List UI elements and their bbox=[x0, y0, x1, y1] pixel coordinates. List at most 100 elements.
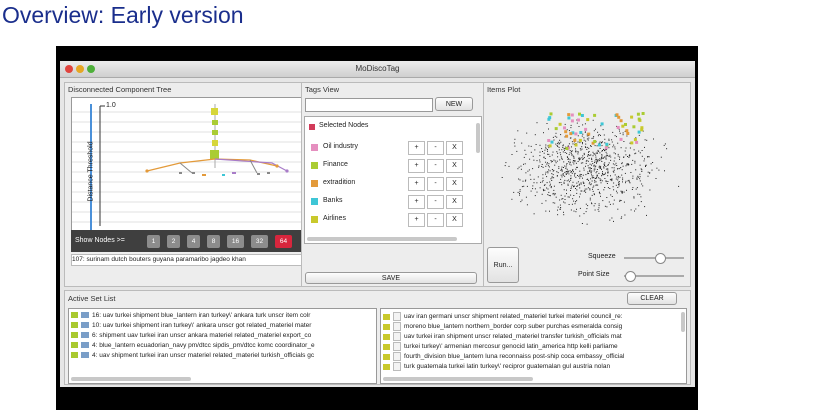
list-item[interactable]: uav turkei iran shipment unscr related_m… bbox=[383, 332, 622, 341]
document-icon bbox=[393, 352, 401, 361]
document-icon bbox=[383, 313, 390, 320]
active-set-panel: Active Set List CLEAR 16: uav turkei shi… bbox=[64, 290, 691, 385]
tag-row-finance[interactable]: Finance + - X bbox=[305, 157, 471, 175]
items-scatter-plot[interactable] bbox=[488, 97, 688, 247]
folder-icon bbox=[71, 342, 78, 349]
clear-button[interactable]: CLEAR bbox=[627, 292, 677, 305]
tags-view-panel: Tags View NEW Selected Nodes Oil industr… bbox=[301, 82, 484, 287]
folder-icon bbox=[81, 322, 89, 329]
show-nodes-32-button[interactable]: 32 bbox=[251, 235, 268, 248]
folder-icon bbox=[81, 312, 89, 319]
document-icon bbox=[393, 342, 401, 351]
document-icon bbox=[383, 353, 390, 360]
tag-delete-button[interactable]: X bbox=[446, 213, 463, 227]
document-icon bbox=[383, 323, 390, 330]
tag-add-button[interactable]: + bbox=[408, 159, 425, 173]
active-set-left-list[interactable]: 16: uav turkei shipment blue_lantern ira… bbox=[68, 308, 377, 384]
point-size-slider-knob[interactable] bbox=[625, 271, 636, 282]
tag-name: Airlines bbox=[323, 215, 346, 222]
list-item[interactable]: 6: shipment uav turkei iran unscr ankara… bbox=[71, 332, 311, 341]
run-button[interactable]: Run... bbox=[487, 247, 519, 283]
show-nodes-label: Show Nodes >= bbox=[75, 237, 125, 244]
document-icon bbox=[393, 322, 401, 331]
tag-remove-button[interactable]: - bbox=[427, 177, 444, 191]
component-tree-view[interactable]: 1.0 Distance Threshold bbox=[71, 97, 303, 232]
new-tag-input[interactable] bbox=[305, 98, 433, 112]
show-nodes-1-button[interactable]: 1 bbox=[147, 235, 160, 248]
tag-color-swatch bbox=[311, 144, 318, 151]
tag-color-swatch bbox=[311, 162, 318, 169]
point-size-slider[interactable] bbox=[624, 271, 684, 282]
tag-name: Finance bbox=[323, 161, 348, 168]
tags-view-label: Tags View bbox=[305, 85, 340, 94]
document-icon bbox=[393, 362, 401, 371]
tag-row-banks[interactable]: Banks + - X bbox=[305, 193, 471, 211]
tag-delete-button[interactable]: X bbox=[446, 177, 463, 191]
folder-icon bbox=[71, 332, 78, 339]
squeeze-slider[interactable] bbox=[624, 253, 684, 264]
list-item[interactable]: 4: blue_lantern ecuadorian_navy pm/dtcc … bbox=[71, 342, 315, 351]
document-icon bbox=[383, 343, 390, 350]
list-item[interactable]: 16: uav turkei shipment blue_lantern ira… bbox=[71, 312, 310, 321]
tag-delete-button[interactable]: X bbox=[446, 195, 463, 209]
app-window: MoDiscoTag Disconnected Component Tree 1… bbox=[60, 61, 695, 387]
right-list-hscrollbar[interactable] bbox=[383, 377, 533, 381]
new-tag-button[interactable]: NEW bbox=[435, 97, 473, 111]
show-nodes-64-button[interactable]: 64 bbox=[275, 235, 292, 248]
save-tags-button[interactable]: SAVE bbox=[305, 272, 477, 284]
tag-add-button[interactable]: + bbox=[408, 213, 425, 227]
folder-icon bbox=[71, 312, 78, 319]
tag-list-hscrollbar[interactable] bbox=[307, 237, 457, 241]
folder-icon bbox=[81, 342, 89, 349]
document-icon bbox=[393, 332, 401, 341]
tag-name: Banks bbox=[323, 197, 343, 204]
tag-remove-button[interactable]: - bbox=[427, 213, 444, 227]
list-item[interactable]: turkei turkey\' armenian mercosur genoci… bbox=[383, 342, 618, 351]
squeeze-slider-knob[interactable] bbox=[655, 253, 666, 264]
tag-row-extradition[interactable]: extradition + - X bbox=[305, 175, 471, 193]
tag-delete-button[interactable]: X bbox=[446, 159, 463, 173]
component-tree-panel: Disconnected Component Tree 1.0 Distance… bbox=[64, 82, 303, 287]
tag-add-button[interactable]: + bbox=[408, 141, 425, 155]
tag-row-oil-industry[interactable]: Oil industry + - X bbox=[305, 139, 471, 157]
list-item[interactable]: uav iran germani unscr shipment related_… bbox=[383, 312, 623, 321]
show-nodes-4-button[interactable]: 4 bbox=[187, 235, 200, 248]
document-icon bbox=[383, 363, 390, 370]
list-item[interactable]: 10: uav turkei shipment iran turkey\' an… bbox=[71, 322, 311, 331]
folder-icon bbox=[71, 322, 78, 329]
document-icon bbox=[393, 312, 401, 321]
component-tree-label: Disconnected Component Tree bbox=[68, 85, 172, 94]
tree-y-axis-label: Distance Threshold bbox=[87, 141, 95, 202]
show-nodes-16-button[interactable]: 16 bbox=[227, 235, 244, 248]
left-list-hscrollbar[interactable] bbox=[71, 377, 191, 381]
point-size-label: Point Size bbox=[578, 271, 610, 278]
list-item[interactable]: fourth_division blue_lantern luna reconn… bbox=[383, 352, 624, 361]
right-list-scrollbar[interactable] bbox=[681, 312, 685, 332]
list-item[interactable]: turk guatemala turkei latin turkey\' rec… bbox=[383, 362, 610, 371]
tag-row-airlines[interactable]: Airlines + - X bbox=[305, 211, 471, 229]
tag-remove-button[interactable]: - bbox=[427, 141, 444, 155]
list-item[interactable]: moreno blue_lantern northern_border corp… bbox=[383, 322, 622, 331]
squeeze-label: Squeeze bbox=[588, 253, 616, 260]
slide-title: Overview: Early version bbox=[2, 2, 244, 28]
tag-add-button[interactable]: + bbox=[408, 195, 425, 209]
tree-status-text: 107: surinam dutch bouters guyana parama… bbox=[71, 254, 303, 266]
tag-remove-button[interactable]: - bbox=[427, 195, 444, 209]
tag-name: extradition bbox=[323, 179, 356, 186]
tag-remove-button[interactable]: - bbox=[427, 159, 444, 173]
tag-add-button[interactable]: + bbox=[408, 177, 425, 191]
window-title: MoDiscoTag bbox=[355, 64, 400, 73]
list-item[interactable]: 4: uav shipment turkei iran unscr materi… bbox=[71, 352, 314, 361]
show-nodes-bar: Show Nodes >= 1 2 4 8 16 32 64 bbox=[71, 230, 301, 252]
show-nodes-2-button[interactable]: 2 bbox=[167, 235, 180, 248]
window-titlebar: MoDiscoTag bbox=[60, 61, 695, 78]
items-plot-label: Items Plot bbox=[487, 85, 521, 94]
folder-icon bbox=[81, 352, 89, 359]
active-set-right-list[interactable]: uav iran germani unscr shipment related_… bbox=[380, 308, 687, 384]
tag-list-scrollbar[interactable] bbox=[476, 123, 480, 153]
tag-color-swatch bbox=[311, 216, 318, 223]
show-nodes-8-button[interactable]: 8 bbox=[207, 235, 220, 248]
tag-name: Oil industry bbox=[323, 143, 359, 150]
tag-delete-button[interactable]: X bbox=[446, 141, 463, 155]
tree-top-value: 1.0 bbox=[106, 102, 116, 109]
